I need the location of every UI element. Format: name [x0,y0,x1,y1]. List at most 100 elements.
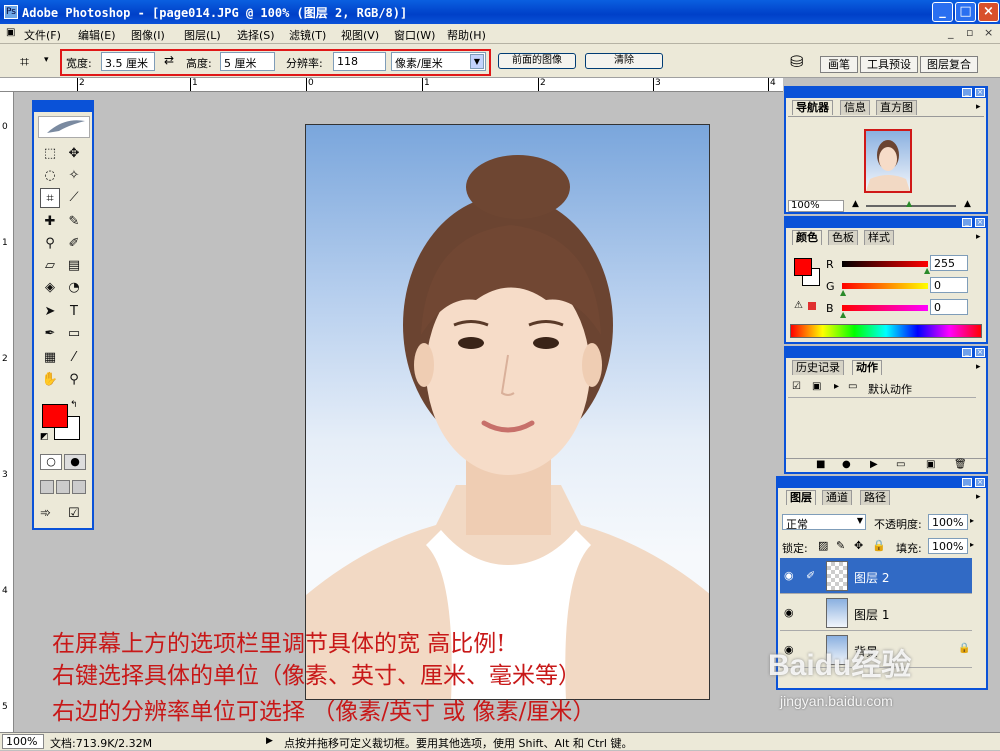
tab-info[interactable]: 信息 [840,100,870,115]
menu-edit[interactable]: 编辑(E) [78,27,116,43]
eye-icon[interactable]: ◉ [784,569,794,582]
r-slider[interactable] [842,261,928,267]
expand-triangle-icon[interactable]: ▸ [834,381,839,392]
menu-view[interactable]: 视图(V) [341,27,379,43]
status-menu-icon[interactable]: ▶ [266,736,273,746]
default-colors-icon[interactable]: ◩ [40,432,49,442]
stop-icon[interactable]: ■ [816,459,825,470]
gamut-color-swatch[interactable] [808,302,816,310]
palette-titlebar[interactable] [786,218,986,228]
checkmark-icon[interactable]: ☑ [792,381,801,392]
screen-mode-standard-icon[interactable] [40,480,54,494]
chevron-down-icon[interactable]: ▼ [857,516,863,525]
jump-to-imageready-icon[interactable]: ➾ [40,506,64,524]
palette-close-icon[interactable]: × [975,218,985,227]
layer-row-2[interactable]: ◉ ✐ 图层 2 [780,558,972,594]
tab-paths[interactable]: 路径 [860,490,890,505]
r-input[interactable]: 255 [930,255,968,271]
stamp-tool-icon[interactable]: ⚲ [40,234,60,254]
blur-tool-icon[interactable]: ◈ [40,278,60,298]
minimize-button[interactable]: _ [932,2,953,22]
feather-logo-icon[interactable] [38,116,90,138]
layer-name[interactable]: 图层 2 [854,569,889,586]
play-icon[interactable]: ▶ [870,459,878,470]
maximize-button[interactable]: □ [955,2,976,22]
lock-position-icon[interactable]: ✥ [854,539,863,552]
brush-link-icon[interactable]: ✐ [806,569,815,582]
palette-minimize-icon[interactable]: _ [962,478,972,487]
slice-tool-icon[interactable]: ⟋ [64,188,84,208]
standard-mode-icon[interactable]: ○ [40,454,62,470]
navigator-preview-area[interactable] [788,116,984,200]
tab-styles[interactable]: 样式 [864,230,894,245]
color-ramp[interactable] [790,324,982,338]
crop-tool-icon[interactable]: ⌗ [40,188,60,208]
healing-brush-icon[interactable]: ✚ [40,212,60,232]
opacity-input[interactable]: 100% [928,514,968,530]
marquee-tool-icon[interactable]: ⬚ [40,144,60,164]
navigator-view-box[interactable] [864,129,912,193]
tab-history[interactable]: 历史记录 [792,360,844,375]
crop-tool-icon[interactable]: ⌗ [20,52,29,72]
zoom-in-icon[interactable]: ▲ [964,199,971,209]
move-tool-icon[interactable]: ✥ [64,144,84,164]
action-set-row[interactable]: ☑ ▣ ▸ ▭ 默认动作 [788,378,976,398]
zoom-slider-handle[interactable]: ▲ [906,199,912,208]
menu-layer[interactable]: 图层(L) [184,27,221,43]
lock-transparency-icon[interactable]: ▨ [818,539,828,552]
horizontal-ruler[interactable]: 2 1 0 1 2 3 4 [0,78,783,92]
palette-close-icon[interactable]: × [975,348,985,357]
b-slider-handle[interactable]: ▲ [840,310,846,319]
toolbox-titlebar[interactable] [34,102,92,112]
hand-tool-icon[interactable]: ✋ [40,370,60,390]
lasso-tool-icon[interactable]: ◌ [40,166,60,186]
palette-titlebar[interactable] [786,348,986,358]
navigator-zoom-field[interactable]: 100% [788,200,844,212]
gradient-tool-icon[interactable]: ▤ [64,256,84,276]
brush-tool-icon[interactable]: ✎ [64,212,84,232]
new-action-icon[interactable]: ▣ [926,459,935,470]
color-foreground-swatch[interactable] [794,258,812,276]
eyedropper-icon[interactable]: ⁄ [64,348,84,368]
tab-color[interactable]: 颜色 [792,230,822,245]
trash-icon[interactable]: 🗑 [954,459,967,470]
quick-mask-icon[interactable]: ● [64,454,86,470]
menu-help[interactable]: 帮助(H) [447,27,486,43]
edit-in-imageready-icon[interactable]: ☑ [68,506,88,524]
screen-mode-full-icon[interactable] [72,480,86,494]
fill-input[interactable]: 100% [928,538,968,554]
opacity-dropdown-icon[interactable]: ▸ [970,516,974,525]
g-input[interactable]: 0 [930,277,968,293]
close-button[interactable]: × [978,2,999,22]
shape-tool-icon[interactable]: ▭ [64,324,84,344]
tab-brushes[interactable]: 画笔 [820,56,858,73]
tab-tool-presets[interactable]: 工具预设 [860,56,918,73]
gamut-warning-icon[interactable]: ⚠ [794,300,803,311]
b-slider[interactable] [842,305,928,311]
menu-file[interactable]: 文件(F) [24,27,61,43]
front-image-button[interactable]: 前面的图像 [498,53,576,69]
dialog-toggle-icon[interactable]: ▣ [812,381,821,392]
menu-select[interactable]: 选择(S) [237,27,275,43]
file-browser-icon[interactable]: ⛁ [790,52,803,71]
pen-tool-icon[interactable]: ✒ [40,324,60,344]
lock-image-icon[interactable]: ✎ [836,539,845,552]
blend-mode-select[interactable]: 正常 ▼ [782,514,866,531]
record-icon[interactable]: ● [842,459,851,470]
foreground-color-front[interactable] [42,404,68,428]
palette-menu-icon[interactable]: ▸ [976,102,981,112]
eye-icon[interactable]: ◉ [784,606,794,619]
palette-minimize-icon[interactable]: _ [962,348,972,357]
tool-preset-dropdown-icon[interactable]: ▾ [44,55,49,65]
layer-thumbnail[interactable] [826,598,848,628]
history-brush-icon[interactable]: ✐ [64,234,84,254]
type-tool-icon[interactable]: T [64,302,84,322]
g-slider[interactable] [842,283,928,289]
notes-tool-icon[interactable]: ▦ [40,348,60,368]
eraser-tool-icon[interactable]: ▱ [40,256,60,276]
palette-close-icon[interactable]: × [975,88,985,97]
palette-titlebar[interactable] [786,88,986,98]
document-canvas[interactable] [305,124,710,700]
palette-titlebar[interactable] [778,478,986,488]
layer-name[interactable]: 图层 1 [854,606,889,623]
